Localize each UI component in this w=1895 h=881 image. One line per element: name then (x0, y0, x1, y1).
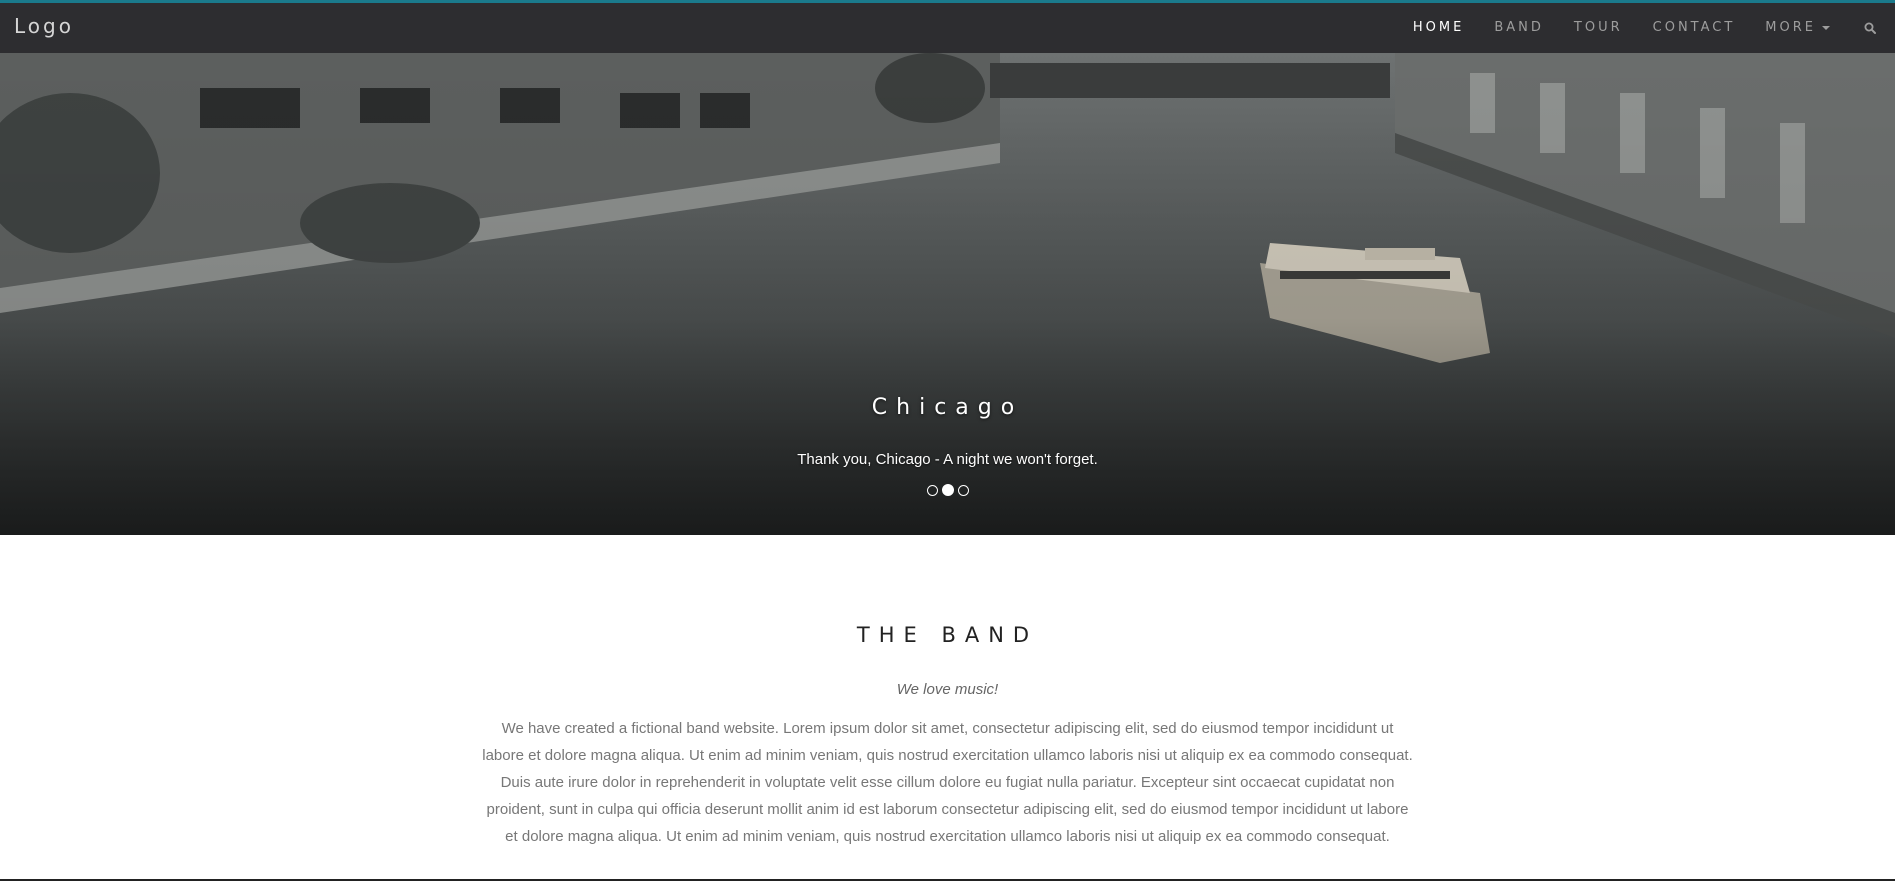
nav-more-dropdown[interactable]: MORE (1750, 3, 1845, 53)
caret-down-icon (1822, 25, 1830, 30)
nav-links: HOME BAND TOUR CONTACT MORE (1398, 3, 1895, 53)
carousel-indicator-2[interactable] (941, 484, 954, 496)
carousel-indicator-1[interactable] (926, 485, 938, 496)
band-title: THE BAND (856, 623, 1039, 647)
carousel-indicator-3[interactable] (957, 485, 969, 496)
nav-contact[interactable]: CONTACT (1638, 3, 1751, 53)
search-icon (1864, 22, 1876, 34)
nav-tour[interactable]: TOUR (1559, 3, 1638, 53)
hero-carousel[interactable]: Chicago Thank you, Chicago - A night we … (0, 53, 1895, 535)
search-button[interactable] (1845, 3, 1895, 53)
caption-title: Chicago (871, 395, 1024, 420)
band-subtitle: We love music! (896, 681, 999, 698)
band-description: We have created a fictional band website… (482, 720, 1413, 845)
caption-text: Thank you, Chicago - A night we won't fo… (797, 451, 1098, 468)
band-section: THE BAND We love music! We have created … (0, 535, 1895, 881)
logo[interactable]: Logo (14, 14, 74, 38)
nav-home[interactable]: HOME (1398, 3, 1479, 53)
nav-band[interactable]: BAND (1479, 3, 1559, 53)
top-navbar: Logo HOME BAND TOUR CONTACT MORE (0, 0, 1895, 53)
nav-more-label: MORE (1765, 20, 1816, 35)
carousel-indicators (0, 484, 1895, 496)
